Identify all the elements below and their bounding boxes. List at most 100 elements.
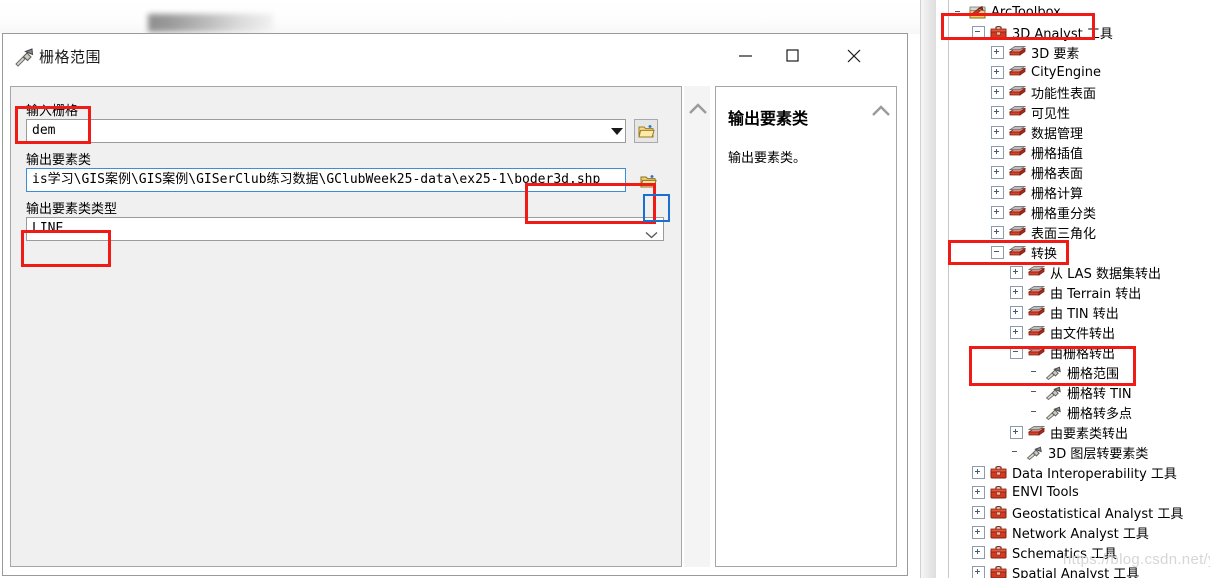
hammer-tool-icon [1045, 405, 1062, 420]
help-pane: 输出要素类 输出要素类。 [715, 86, 897, 567]
tree-item-label: 栅格计算 [1031, 186, 1084, 202]
tree-item-label: 转换 [1031, 246, 1058, 262]
close-button[interactable] [831, 34, 877, 77]
expand-icon[interactable] [1010, 305, 1023, 319]
toolbox-icon [990, 505, 1007, 520]
input-raster-combobox[interactable]: dem [26, 119, 626, 143]
tree-item[interactable]: 表面三角化 [991, 222, 1096, 242]
tree-item[interactable]: 栅格插值 [991, 142, 1083, 162]
tree-item[interactable]: 栅格范围 [1029, 362, 1119, 382]
tree-item[interactable]: 栅格计算 [991, 182, 1083, 202]
expand-icon[interactable] [972, 505, 985, 519]
dialog-titlebar[interactable]: 栅格范围 [3, 34, 907, 79]
tree-item-label: 表面三角化 [1031, 226, 1097, 242]
tree-item[interactable]: 由 Terrain 转出 [1010, 282, 1141, 302]
output-feature-class-browse-button[interactable] [636, 169, 660, 193]
toolset-icon [1009, 205, 1026, 219]
expand-icon[interactable] [991, 225, 1004, 239]
tree-item[interactable]: Network Analyst 工具 [972, 522, 1149, 542]
tree-item-label: 功能性表面 [1031, 86, 1097, 102]
tree-item[interactable]: 栅格转 TIN [1029, 382, 1132, 402]
tree-item[interactable]: Data Interoperability 工具 [972, 462, 1177, 482]
expand-icon[interactable] [972, 525, 985, 539]
tree-item[interactable]: CityEngine [991, 62, 1101, 82]
toolset-icon [1028, 325, 1045, 339]
tree-item-label: ENVI Tools [1012, 484, 1079, 500]
expand-icon[interactable] [991, 205, 1004, 219]
help-collapse-column[interactable] [684, 86, 710, 567]
expand-icon[interactable] [991, 85, 1004, 99]
tree-item[interactable]: 由 TIN 转出 [1010, 302, 1119, 322]
expand-icon[interactable] [972, 465, 985, 479]
toolset-icon [1009, 145, 1026, 159]
tree-spacer [1029, 387, 1040, 398]
collapse-icon[interactable] [1010, 345, 1023, 359]
tree-item-label: 栅格插值 [1031, 146, 1084, 162]
toolset-icon [1009, 45, 1026, 59]
input-raster-browse-button[interactable] [634, 119, 658, 143]
tree-item[interactable]: ArcToolbox [953, 2, 1061, 22]
chevron-up-icon[interactable] [688, 102, 707, 114]
tree-item[interactable]: 栅格重分类 [991, 202, 1096, 222]
tree-item-label: 由 TIN 转出 [1050, 306, 1119, 322]
expand-icon[interactable] [1010, 285, 1023, 299]
tree-item[interactable]: 从 LAS 数据集转出 [1010, 262, 1161, 282]
chevron-up-icon[interactable] [871, 104, 890, 116]
tree-item[interactable]: 3D 要素 [991, 42, 1079, 62]
dialog-body: 输入栅格 dem 输出要素类 is学习\GIS案例\GIS案例\GISerClu… [3, 78, 907, 575]
toolset-icon [1009, 185, 1026, 199]
tree-item[interactable]: 功能性表面 [991, 82, 1096, 102]
minimize-button[interactable] [722, 34, 768, 77]
tree-item[interactable]: 数据管理 [991, 122, 1083, 142]
arctoolbox-icon [969, 5, 986, 20]
output-feature-class-textbox[interactable]: is学习\GIS案例\GIS案例\GISerClub练习数据\GClubWeek… [26, 168, 626, 192]
maximize-button[interactable] [769, 34, 815, 77]
tree-item-label: ArcToolbox [991, 4, 1061, 20]
collapse-icon[interactable] [972, 25, 985, 39]
expand-icon[interactable] [991, 45, 1004, 59]
tree-spacer [1029, 407, 1040, 418]
tree-item[interactable]: 由文件转出 [1010, 322, 1115, 342]
output-feature-class-type-dropdown[interactable]: LINE [26, 217, 664, 241]
screenshot-root: 栅格范围 输入栅格 dem 输出要素类 is学习\GIS案例\GIS案例\GIS… [0, 0, 1210, 578]
expand-icon[interactable] [1010, 425, 1023, 439]
tree-item-label: 3D Analyst 工具 [1012, 26, 1113, 42]
expand-icon[interactable] [991, 185, 1004, 199]
help-title: 输出要素类 [728, 109, 809, 128]
tree-item[interactable]: 转换 [991, 242, 1057, 262]
tree-item[interactable]: 栅格表面 [991, 162, 1083, 182]
tree-item[interactable]: 3D Analyst 工具 [972, 22, 1113, 42]
tree-item-label: 3D 图层转要素类 [1048, 446, 1149, 462]
collapse-icon[interactable] [991, 245, 1004, 259]
tree-item[interactable]: 由要素类转出 [1010, 422, 1128, 442]
tree-item[interactable]: 可见性 [991, 102, 1070, 122]
toolset-icon [1009, 125, 1026, 139]
toolset-icon [1009, 65, 1026, 79]
tree-item-label: 栅格转多点 [1067, 406, 1133, 422]
tree-item[interactable]: 栅格转多点 [1029, 402, 1132, 422]
expand-icon[interactable] [991, 65, 1004, 79]
expand-icon[interactable] [991, 125, 1004, 139]
chevron-down-icon[interactable] [645, 226, 658, 239]
expand-icon[interactable] [972, 565, 985, 578]
tree-spacer [953, 7, 964, 18]
tree-item[interactable]: 3D 图层转要素类 [1010, 442, 1148, 462]
tree-item[interactable]: Geostatistical Analyst 工具 [972, 502, 1183, 522]
tree-spacer [1029, 367, 1040, 378]
arctoolbox-splitter[interactable] [920, 0, 937, 578]
expand-icon[interactable] [991, 145, 1004, 159]
toolbox-icon [990, 485, 1007, 500]
expand-icon[interactable] [991, 165, 1004, 179]
expand-icon[interactable] [972, 545, 985, 559]
output-feature-class-label: 输出要素类 [26, 153, 92, 168]
chevron-down-icon[interactable] [611, 128, 623, 135]
tree-item-label: 栅格重分类 [1031, 206, 1097, 222]
tree-item-label: CityEngine [1031, 64, 1102, 80]
expand-icon[interactable] [991, 105, 1004, 119]
tree-item[interactable]: 由栅格转出 [1010, 342, 1115, 362]
toolbox-icon [990, 545, 1007, 560]
expand-icon[interactable] [972, 485, 985, 499]
tree-item[interactable]: ENVI Tools [972, 482, 1079, 502]
expand-icon[interactable] [1010, 325, 1023, 339]
expand-icon[interactable] [1010, 265, 1023, 279]
